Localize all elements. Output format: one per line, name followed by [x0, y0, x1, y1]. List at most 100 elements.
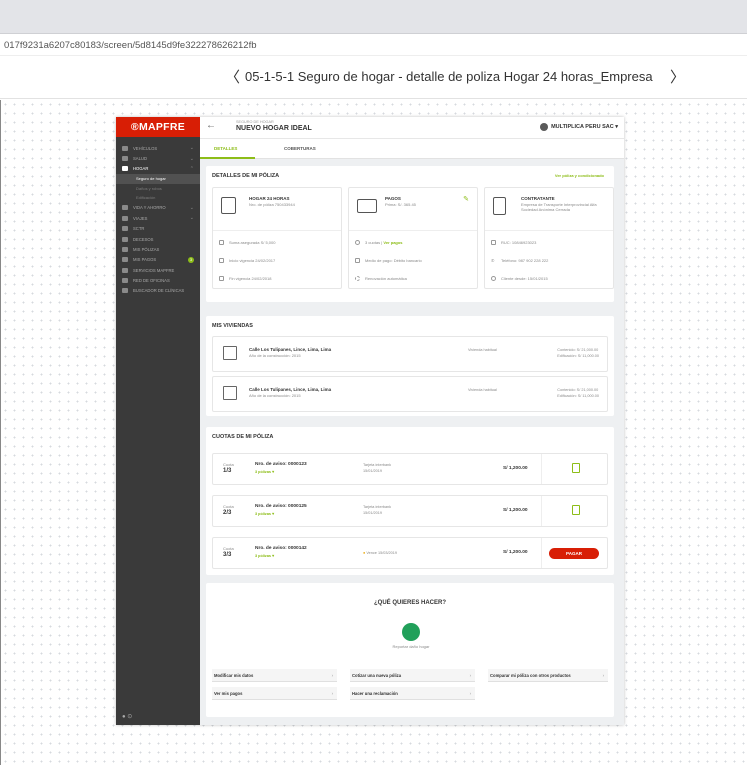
company-selector[interactable]: MULTIPLICA PERU SAC ▾ — [540, 123, 618, 131]
sidebar-item-viajes[interactable]: VIAJES ⌄ — [116, 213, 200, 223]
health-icon — [122, 156, 128, 162]
sidebar-subitem-edificacion[interactable]: Edificación — [116, 193, 200, 203]
telefono: ✆ Teléfono: 987 902 228 222 — [491, 258, 549, 263]
sidebar-item-servicios[interactable]: SERVICIOS MAPFRE — [116, 265, 200, 275]
chevron-right-icon: › — [469, 691, 471, 696]
sidebar-item-sctr[interactable]: SCTR — [116, 223, 200, 233]
sidebar-item-vehiculos[interactable]: VEHÍCULOS ⌄ — [116, 143, 200, 153]
divider — [541, 496, 542, 526]
money-icon — [219, 240, 224, 245]
sidebar-item-hogar[interactable]: HOGAR ⌃ — [116, 164, 200, 174]
action-cotizar-poliza[interactable]: Cotizar una nueva póliza › — [350, 669, 475, 682]
detalles-card: DETALLES DE MI PÓLIZA Ver póliza y condi… — [206, 166, 614, 302]
cuota-amount: S/ 1,200.00 — [503, 508, 528, 513]
cuota-meta: ● Vence 15/03/2019 — [363, 551, 397, 555]
mapfre-logo[interactable]: ®MAPFRE — [116, 117, 200, 137]
vivienda-item[interactable]: Calle Los Tulipanes, Lince, Lima, Lima A… — [212, 376, 608, 412]
cuota-label: Cuota 1/3 — [223, 462, 234, 474]
inicio-vigencia: Inicio vigencia 24/02/2017 — [219, 258, 275, 263]
pagos-box: PAGOS Prima: S/. 365.45 ✎ 3 cuotas | Ver… — [348, 187, 478, 289]
header-category: SEGURO DE HOGAR — [236, 120, 274, 124]
heart-icon — [122, 205, 128, 211]
cuota-aviso: Nro. de aviso: 0000125 — [255, 504, 307, 509]
viviendas-card: MIS VIVIENDAS Calle Los Tulipanes, Lince… — [206, 316, 614, 416]
avatar — [540, 123, 549, 131]
car-icon — [122, 145, 128, 151]
sidebar-item-mis-polizas[interactable]: MIS PÓLIZAS — [116, 244, 200, 254]
contratante-box: CONTRATANTE Empresa de Transporte Interp… — [484, 187, 614, 289]
worker-icon — [122, 226, 128, 232]
sidebar-item-salud[interactable]: SALUD ⌄ — [116, 153, 200, 163]
tab-detalles[interactable]: DETALLES — [214, 146, 237, 151]
cuota-polizas-toggle[interactable]: 3 pólizas ▾ — [255, 511, 274, 516]
contratante-name: Empresa de Transporte Interprovincial Al… — [521, 202, 597, 212]
url-bar[interactable]: 017f9231a6207c80183/screen/5d8145d9fe322… — [0, 35, 747, 56]
cuota-row: Cuota 2/3 Nro. de aviso: 0000125 3 póliza… — [212, 495, 608, 527]
sidebar-item-clinicas[interactable]: BUSCADOR DE CLÍNICAS — [116, 286, 200, 296]
medio-pago: Medio de pago: Débito bancario — [355, 258, 422, 263]
cuota-polizas-toggle[interactable]: 3 pólizas ▾ — [255, 469, 274, 474]
action-modificar-datos[interactable]: Modificar mis datos › — [212, 669, 337, 682]
ver-poliza-link[interactable]: Ver póliza y condicionado — [555, 173, 604, 178]
cuota-aviso: Nro. de aviso: 0000142 — [255, 546, 307, 551]
viviendas-title: MIS VIVIENDAS — [212, 323, 253, 329]
receipt-icon[interactable] — [572, 505, 580, 515]
sidebar-item-vida-ahorro[interactable]: VIDA Y AHORRO ⌄ — [116, 203, 200, 213]
action-ver-pagos[interactable]: Ver mis pagos › — [212, 687, 337, 700]
edit-pencil-icon[interactable]: ✎ — [463, 195, 469, 203]
renew-icon — [355, 276, 360, 281]
renovacion: Renovación automática — [355, 276, 407, 281]
cuota-meta: Tarjeta interbank 15/01/2019 — [363, 463, 392, 473]
vivienda-address: Calle Los Tulipanes, Lince, Lima, Lima — [249, 347, 332, 352]
action-reclamacion[interactable]: Hacer una reclamación › — [350, 687, 475, 700]
sidebar-item-red-oficinas[interactable]: RED DE OFICINAS — [116, 275, 200, 285]
prev-page-button[interactable]: 〈 — [225, 66, 240, 87]
header: ← SEGURO DE HOGAR NUEVO HOGAR IDEAL MULT… — [200, 117, 624, 139]
main-content: ← SEGURO DE HOGAR NUEVO HOGAR IDEAL MULT… — [200, 117, 624, 725]
divider — [485, 230, 613, 231]
vivienda-values: Contenido: S/ 21,000.00 Edificación: S/ 1… — [557, 388, 599, 398]
house-icon — [223, 386, 237, 400]
ver-pagos-link[interactable]: Ver pagos — [383, 240, 402, 245]
cuota-row: Cuota 1/3 Nro. de aviso: 0000123 3 póliza… — [212, 453, 608, 485]
cuota-polizas-toggle[interactable]: 3 pólizas ▾ — [255, 553, 274, 558]
pagos-badge: 3 — [188, 256, 194, 263]
cliente-desde: Cliente desde: 15/01/2015 — [491, 276, 548, 281]
chevron-down-icon: ⌄ — [189, 204, 194, 211]
cuotas-title: CUOTAS DE MI PÓLIZA — [212, 434, 274, 440]
pagos-title: PAGOS — [385, 196, 401, 201]
report-damage-label[interactable]: Reportar daño hogar — [386, 644, 436, 650]
back-arrow-icon[interactable]: ← — [206, 120, 216, 131]
sidebar-item-mis-pagos[interactable]: MIS PAGOS 3 — [116, 255, 200, 265]
divider — [541, 538, 542, 568]
tab-coberturas[interactable]: COBERTURAS — [284, 146, 316, 151]
vivienda-year: Año de la construcción: 2015 — [249, 393, 301, 398]
vivienda-type: Vivienda habitual — [468, 388, 497, 392]
pagar-button[interactable]: PAGAR — [549, 548, 599, 559]
cuota-label: Cuota 2/3 — [223, 504, 234, 516]
vivienda-item[interactable]: Calle Los Tulipanes, Lince, Lima, Lima A… — [212, 336, 608, 372]
home-icon — [122, 166, 128, 172]
wallet-icon — [357, 199, 377, 213]
sidebar-item-decesos[interactable]: DECESOS — [116, 234, 200, 244]
hogar-policy-number: Nro. de póliza 750433944 — [249, 202, 295, 207]
header-title: NUEVO HOGAR IDEAL — [236, 125, 312, 132]
chevron-down-icon: ⌄ — [189, 155, 194, 162]
id-card-icon — [491, 240, 496, 245]
action-comparar-poliza[interactable]: Comparar mi póliza con otros productos › — [488, 669, 608, 682]
pin-icon — [122, 278, 128, 284]
chevron-right-icon: › — [331, 691, 333, 696]
clock-icon — [355, 240, 360, 245]
receipt-icon[interactable] — [572, 463, 580, 473]
next-page-button[interactable]: 〉 — [670, 66, 685, 87]
report-damage-icon[interactable] — [402, 623, 420, 641]
contratante-title: CONTRATANTE — [521, 196, 555, 201]
sidebar-subitem-seguro-hogar[interactable]: Seguro de hogar — [116, 174, 200, 184]
cuota-aviso: Nro. de aviso: 0000123 — [255, 462, 307, 467]
sidebar-subitem-danos-robos[interactable]: Daños y robos — [116, 184, 200, 194]
document-icon — [221, 197, 236, 214]
app-frame: ®MAPFRE VEHÍCULOS ⌄ SALUD ⌄ HOGAR ⌃ Seguro … — [116, 117, 624, 725]
cuota-amount: S/ 1,200.00 — [503, 466, 528, 471]
detalles-title: DETALLES DE MI PÓLIZA — [212, 173, 280, 179]
sidebar-footer-icons[interactable]: ● ⊙ — [122, 713, 132, 720]
